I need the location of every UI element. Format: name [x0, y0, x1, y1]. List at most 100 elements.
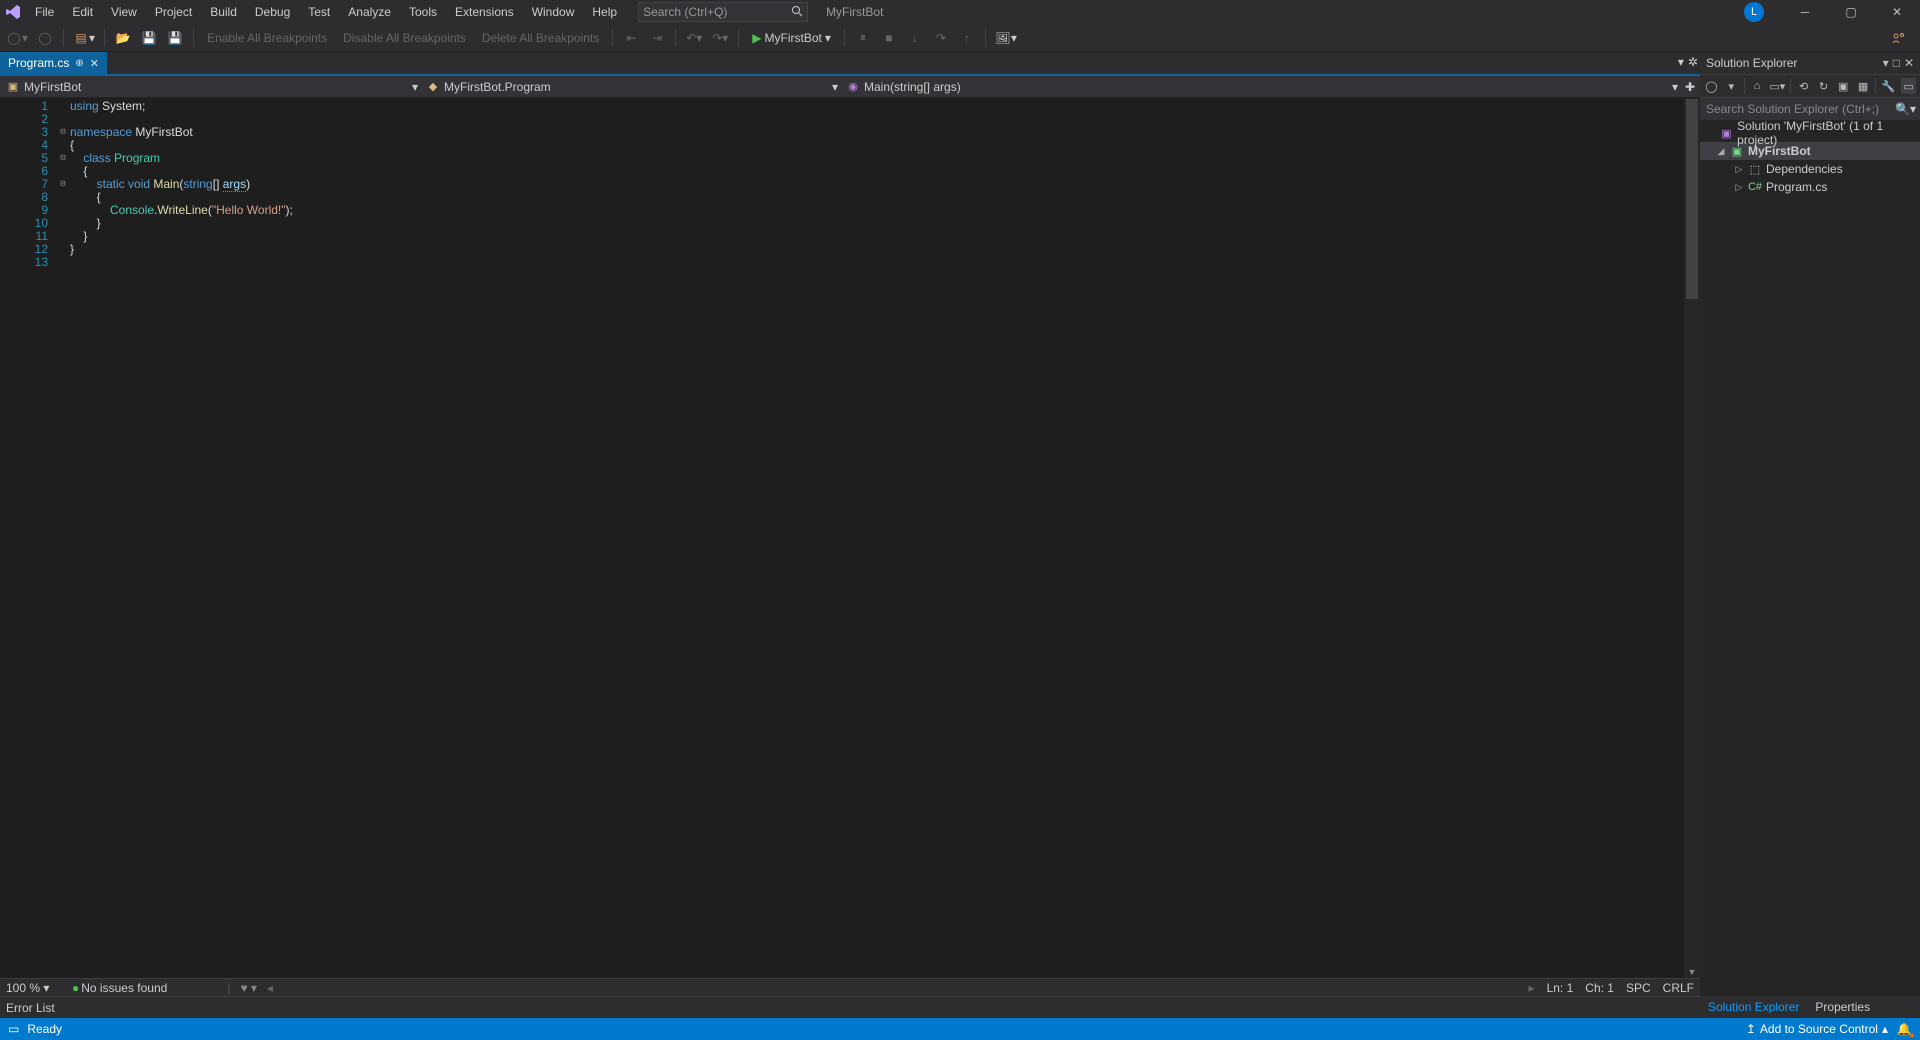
scroll-down-icon[interactable]: ▼	[1686, 966, 1698, 978]
solution-tree: ▣ Solution 'MyFirstBot' (1 of 1 project)…	[1700, 120, 1920, 996]
pin-icon[interactable]: ⊕	[75, 58, 83, 69]
nav-back-button[interactable]: ◯▾	[4, 27, 30, 49]
nav-class-dropdown[interactable]: ◆ MyFirstBot.Program ▾	[420, 76, 840, 97]
step-over-icon[interactable]: ↷	[930, 27, 952, 49]
redo-button[interactable]: ↷▾	[709, 27, 731, 49]
scrollbar-thumb[interactable]	[1686, 99, 1698, 299]
close-panel-icon[interactable]: ✕	[1904, 56, 1914, 70]
sx-sync-icon[interactable]: ⟲	[1796, 78, 1811, 94]
indent-icon[interactable]: ⇥	[646, 27, 668, 49]
menu-edit[interactable]: Edit	[63, 0, 102, 24]
sx-properties-icon[interactable]: 🔧	[1881, 78, 1896, 94]
add-source-control-button[interactable]: ↥ Add to Source Control ▴	[1746, 1022, 1888, 1036]
vertical-scrollbar[interactable]: ▲ ▼	[1684, 98, 1700, 978]
sx-preview-icon[interactable]: ▭	[1901, 78, 1916, 94]
menu-window[interactable]: Window	[523, 0, 584, 24]
sx-show-all-icon[interactable]: ▦	[1856, 78, 1871, 94]
indent-mode[interactable]: SPC	[1626, 981, 1651, 995]
step-into-icon[interactable]: ↓	[904, 27, 926, 49]
nav-forward-button[interactable]: ◯	[34, 27, 56, 49]
menu-view[interactable]: View	[102, 0, 146, 24]
sx-search-placeholder: Search Solution Explorer (Ctrl+;)	[1706, 102, 1879, 116]
chevron-down-icon: ▾	[832, 80, 838, 94]
tree-dependencies-node[interactable]: ▷ ⬚ Dependencies	[1700, 160, 1920, 178]
tab-properties[interactable]: Properties	[1807, 996, 1878, 1018]
minimize-button[interactable]: ─	[1782, 0, 1828, 24]
stop-icon[interactable]: ■	[878, 27, 900, 49]
sx-forward-icon[interactable]: ▾	[1724, 78, 1739, 94]
menu-test[interactable]: Test	[299, 0, 339, 24]
nav-project-dropdown[interactable]: ▣ MyFirstBot ▾	[0, 76, 420, 97]
sx-home-icon[interactable]: ⌂	[1750, 78, 1765, 94]
close-tab-icon[interactable]: ✕	[90, 57, 99, 70]
sx-back-icon[interactable]: ◯	[1704, 78, 1719, 94]
new-item-button[interactable]: ▤▾	[71, 27, 97, 49]
disable-breakpoints-button[interactable]: Disable All Breakpoints	[337, 31, 472, 45]
menu-items: FileEditViewProjectBuildDebugTestAnalyze…	[26, 0, 626, 24]
outdent-icon[interactable]: ⇤	[620, 27, 642, 49]
error-list-panel-tab[interactable]: Error List	[0, 996, 1700, 1018]
sx-collapse-icon[interactable]: ▣	[1836, 78, 1851, 94]
tree-solution-node[interactable]: ▣ Solution 'MyFirstBot' (1 of 1 project)	[1700, 124, 1920, 142]
picture-icon[interactable]: 🖼▾	[993, 27, 1019, 49]
delete-breakpoints-button[interactable]: Delete All Breakpoints	[476, 31, 605, 45]
menu-tools[interactable]: Tools	[400, 0, 446, 24]
sx-refresh-icon[interactable]: ↻	[1816, 78, 1831, 94]
pin-panel-icon[interactable]: □	[1893, 56, 1900, 70]
sx-scope-icon[interactable]: ▭▾	[1769, 78, 1785, 94]
code-editor[interactable]: 12345678910111213 ⊟⊟⊟ using System;names…	[0, 98, 1700, 978]
health-icon[interactable]: ♥ ▾	[240, 981, 256, 995]
nav-member-dropdown[interactable]: ◉ Main(string[] args) ▾	[840, 76, 1680, 97]
issues-indicator[interactable]: ●No issues found	[72, 981, 167, 995]
close-window-button[interactable]: ✕	[1874, 0, 1920, 24]
start-debug-button[interactable]: ▶ MyFirstBot ▾	[746, 31, 837, 45]
maximize-button[interactable]: ▢	[1828, 0, 1874, 24]
panel-dropdown-icon[interactable]: ▾	[1883, 56, 1889, 70]
pause-icon[interactable]: ⏸	[852, 27, 874, 49]
save-icon[interactable]: 💾	[138, 27, 160, 49]
toolbar-separator	[1875, 78, 1876, 94]
code-text-area[interactable]: using System;namespace MyFirstBot{ class…	[70, 98, 1684, 978]
tab-overflow-icon[interactable]: ▾	[1678, 55, 1684, 69]
menu-help[interactable]: Help	[583, 0, 626, 24]
split-editor-button[interactable]: ✚	[1680, 80, 1700, 94]
csharp-file-icon: C#	[1748, 181, 1762, 193]
chevron-down-icon: ▾	[825, 31, 831, 45]
zoom-dropdown[interactable]: 100 % ▾	[6, 981, 62, 995]
output-icon[interactable]: ▭	[8, 1022, 19, 1036]
live-share-icon[interactable]	[1888, 27, 1910, 49]
solution-explorer-search[interactable]: Search Solution Explorer (Ctrl+;) 🔍▾	[1700, 98, 1920, 120]
menu-extensions[interactable]: Extensions	[446, 0, 523, 24]
check-icon: ●	[72, 981, 79, 995]
search-input[interactable]: Search (Ctrl+Q)	[638, 2, 808, 22]
expand-icon[interactable]: ▷	[1734, 164, 1744, 175]
open-file-icon[interactable]: 📂	[112, 27, 134, 49]
tree-file-node[interactable]: ▷ C# Program.cs	[1700, 178, 1920, 196]
line-ending[interactable]: CRLF	[1663, 981, 1694, 995]
menu-project[interactable]: Project	[146, 0, 201, 24]
enable-breakpoints-button[interactable]: Enable All Breakpoints	[201, 31, 333, 45]
work-area: Program.cs ⊕ ✕ ▾ ✲ ▣ MyFirstBot ▾ ◆ MyFi…	[0, 52, 1920, 1018]
cursor-char: Ch: 1	[1585, 981, 1614, 995]
menu-build[interactable]: Build	[201, 0, 246, 24]
scroll-left-icon[interactable]: ◂	[267, 981, 273, 995]
tree-label: Solution 'MyFirstBot' (1 of 1 project)	[1737, 119, 1920, 147]
search-icon: 🔍▾	[1895, 102, 1916, 116]
tree-label: Program.cs	[1766, 180, 1827, 194]
user-avatar[interactable]: L	[1744, 2, 1764, 22]
step-out-icon[interactable]: ↑	[956, 27, 978, 49]
save-all-icon[interactable]: 💾	[164, 27, 186, 49]
scroll-right-icon[interactable]: ▸	[1529, 981, 1535, 995]
solution-icon: ▣	[1720, 127, 1734, 140]
tab-solution-explorer[interactable]: Solution Explorer	[1700, 996, 1807, 1018]
fold-column[interactable]: ⊟⊟⊟	[56, 98, 70, 978]
notifications-icon[interactable]: 🔔	[1896, 1021, 1912, 1037]
undo-button[interactable]: ↶▾	[683, 27, 705, 49]
collapse-icon[interactable]: ◢	[1716, 146, 1726, 157]
tab-options-icon[interactable]: ✲	[1688, 55, 1698, 69]
menu-file[interactable]: File	[26, 0, 63, 24]
expand-icon[interactable]: ▷	[1734, 182, 1744, 193]
menu-debug[interactable]: Debug	[246, 0, 299, 24]
menu-analyze[interactable]: Analyze	[339, 0, 400, 24]
tab-program-cs[interactable]: Program.cs ⊕ ✕	[0, 52, 107, 74]
